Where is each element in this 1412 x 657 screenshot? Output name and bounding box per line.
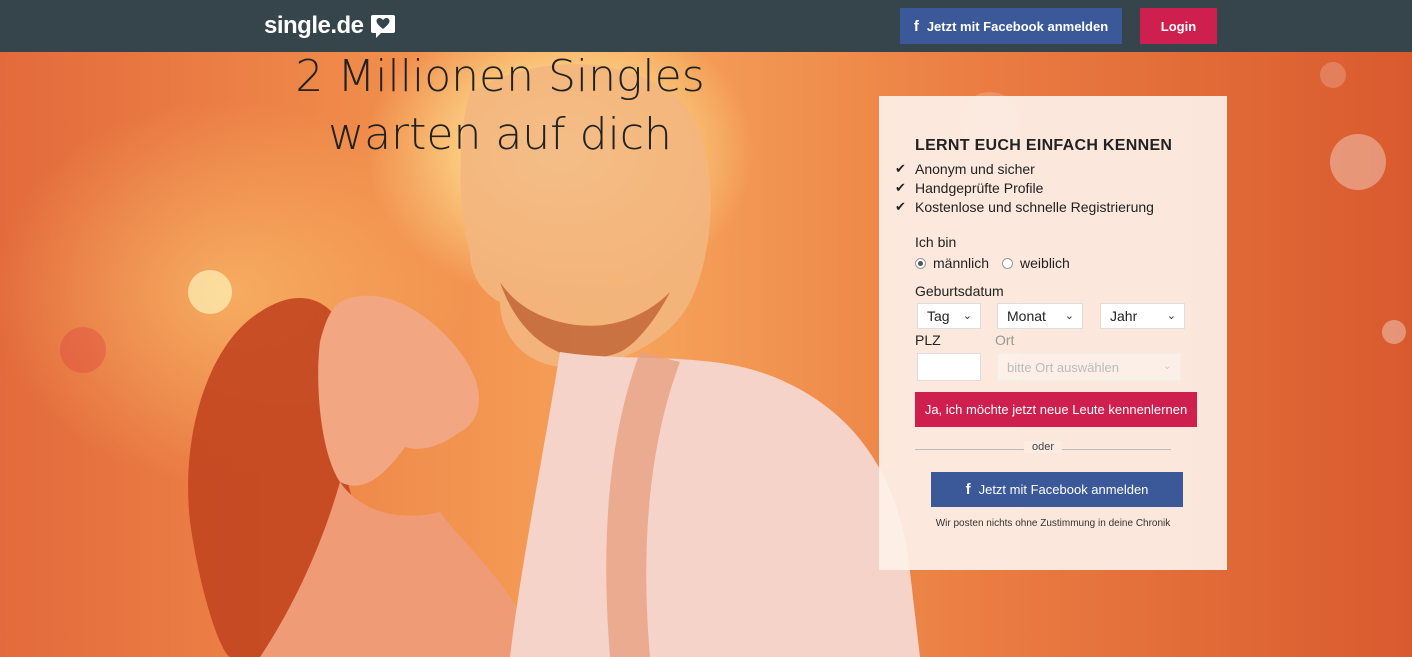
top-bar: single.de f Jetzt mit Facebook anmelden … bbox=[0, 0, 1412, 52]
headline-line-2: warten auf dich bbox=[328, 109, 672, 160]
plz-label: PLZ bbox=[915, 332, 941, 348]
benefit-item: ✔ Handgeprüfte Profile bbox=[895, 179, 1044, 196]
ort-select-value: bitte Ort auswählen bbox=[1007, 359, 1120, 375]
facebook-f-icon: f bbox=[965, 481, 971, 498]
plz-input[interactable] bbox=[917, 353, 981, 381]
logo[interactable]: single.de bbox=[264, 10, 396, 42]
login-button[interactable]: Login bbox=[1140, 8, 1217, 44]
gender-radio-group: männlich weiblich bbox=[915, 255, 1083, 271]
form-title: LERNT EUCH EINFACH KENNEN bbox=[915, 137, 1173, 154]
benefit-item: ✔ Anonym und sicher bbox=[895, 160, 1035, 177]
day-select-value: Tag bbox=[927, 308, 950, 324]
month-select[interactable]: Monat ⌄ bbox=[997, 303, 1083, 329]
hero-headline: 2 Millionen Singles warten auf dich bbox=[260, 48, 740, 164]
ort-select[interactable]: bitte Ort auswählen ⌄ bbox=[997, 353, 1181, 381]
gender-label: Ich bin bbox=[915, 234, 957, 250]
benefit-item: ✔ Kostenlose und schnelle Registrierung bbox=[895, 198, 1154, 215]
gender-option-male[interactable]: männlich bbox=[933, 255, 989, 271]
ort-label: Ort bbox=[995, 332, 1015, 348]
gender-radio-male[interactable] bbox=[915, 257, 926, 269]
facebook-register-button[interactable]: f Jetzt mit Facebook anmelden bbox=[931, 472, 1183, 507]
gender-option-female[interactable]: weiblich bbox=[1020, 255, 1070, 271]
heart-speech-bubble-icon bbox=[370, 15, 395, 38]
year-select-value: Jahr bbox=[1110, 308, 1138, 324]
checkmark-icon: ✔ bbox=[895, 160, 906, 176]
day-select[interactable]: Tag ⌄ bbox=[917, 303, 981, 329]
benefits-list: ✔ Anonym und sicher ✔ Handgeprüfte Profile… bbox=[895, 159, 1154, 216]
facebook-f-icon: f bbox=[913, 17, 919, 35]
checkmark-icon: ✔ bbox=[895, 179, 906, 195]
separator-text: oder bbox=[1024, 441, 1063, 453]
logo-text: single.de bbox=[264, 12, 364, 39]
registration-form: LERNT EUCH EINFACH KENNEN ✔ Anonym und si… bbox=[879, 96, 1227, 570]
chevron-down-icon: ⌄ bbox=[962, 310, 972, 322]
gender-radio-female[interactable] bbox=[1002, 257, 1014, 269]
register-submit-button[interactable]: Ja, ich möchte jetzt neue Leute kennenle… bbox=[915, 392, 1197, 427]
facebook-register-label: Jetzt mit Facebook anmelden bbox=[978, 482, 1149, 497]
chevron-down-icon: ⌄ bbox=[1166, 310, 1176, 322]
headline-line-1: 2 Millionen Singles bbox=[295, 51, 705, 102]
birthdate-label: Geburtsdatum bbox=[915, 283, 1004, 299]
facebook-note: Wir posten nichts ohne Zustimmung in dei… bbox=[935, 518, 1171, 529]
month-select-value: Monat bbox=[1007, 308, 1046, 324]
facebook-login-button[interactable]: f Jetzt mit Facebook anmelden bbox=[900, 8, 1122, 44]
checkmark-icon: ✔ bbox=[895, 198, 906, 214]
chevron-down-icon: ⌄ bbox=[1162, 360, 1172, 372]
facebook-login-label: Jetzt mit Facebook anmelden bbox=[926, 18, 1109, 34]
chevron-down-icon: ⌄ bbox=[1064, 310, 1074, 322]
year-select[interactable]: Jahr ⌄ bbox=[1100, 303, 1185, 329]
